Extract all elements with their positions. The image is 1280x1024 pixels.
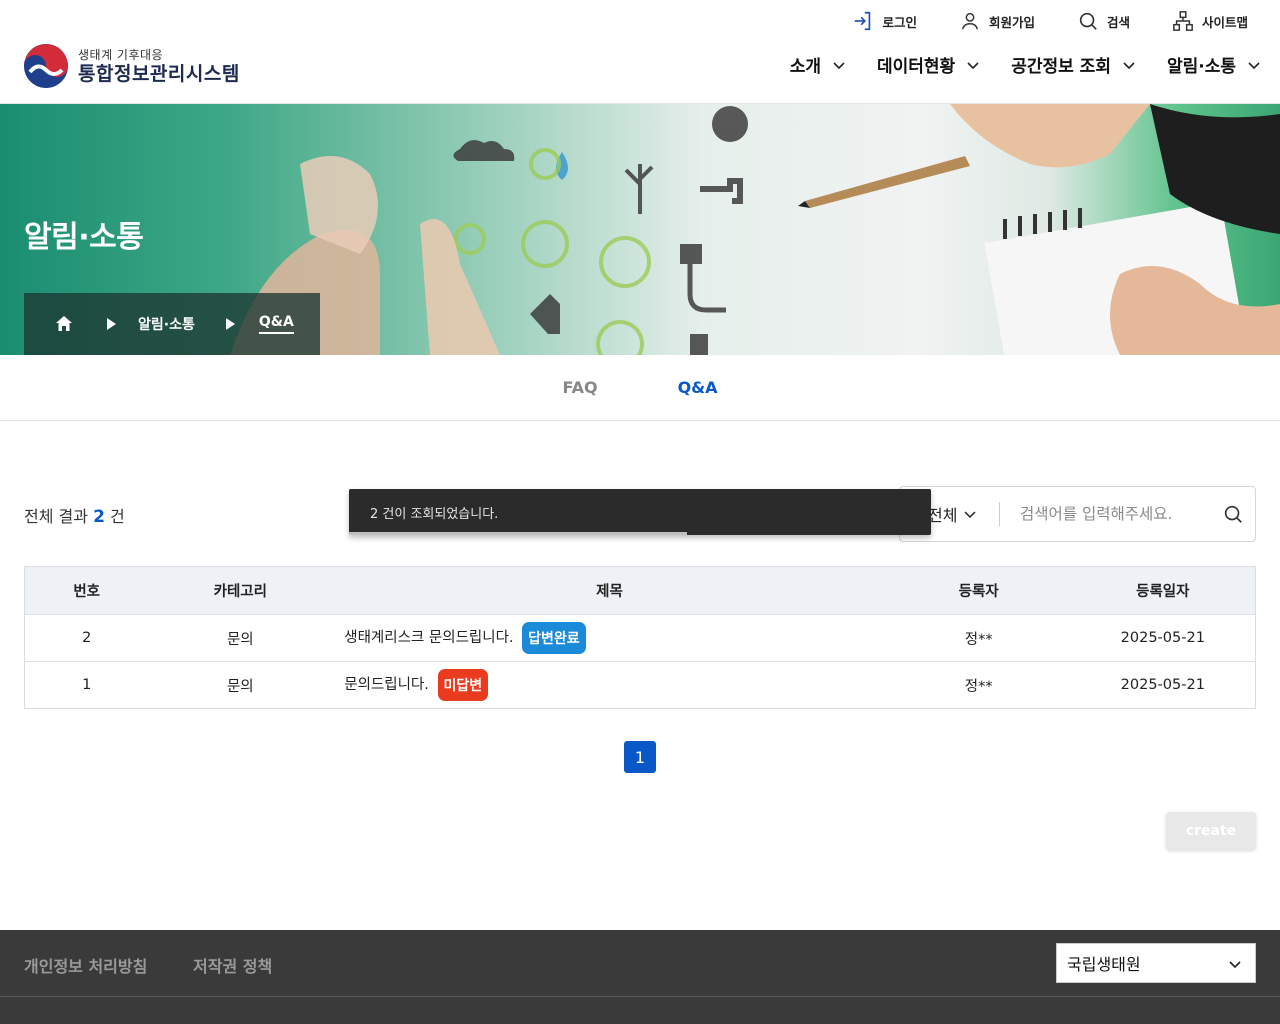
login-icon [855,11,871,31]
search-box: 전체 [899,486,1256,542]
toast-notification: 2 건이 조회되었습니다. [349,489,931,535]
row-category: 문의 [148,614,333,662]
column-header: 카테고리 [213,584,267,600]
row-title-cell[interactable]: 문의드립니다. 미답변 [332,661,887,709]
table-header-row: 번호 카테고리 제목 등록자 등록일자 [24,566,1256,615]
search-link[interactable]: 검색 [1077,10,1130,32]
nav-item-intro[interactable]: 소개 [790,52,847,77]
qna-table: 번호 카테고리 제목 등록자 등록일자 2 문의 생태계리스크 문의드립니다. … [24,566,1256,709]
signup-label: 회원가입 [988,14,1035,30]
row-date: 2025-05-21 [1070,661,1256,709]
site-logo[interactable]: 생태계 기후대응 통합정보관리시스템 [24,44,240,88]
column-header: 번호 [73,584,101,600]
row-number: 2 [24,614,149,662]
row-category: 문의 [148,661,333,709]
breadcrumb-current[interactable]: Q&A [258,314,294,334]
chevron-down-icon [1123,61,1135,69]
chevron-down-icon [964,511,976,519]
search-icon[interactable] [1222,503,1244,525]
copyright-policy-link[interactable]: 저작권 정책 [193,953,272,977]
row-title[interactable]: 문의드립니다. [344,677,429,693]
triangle-right-icon [225,318,235,330]
table-row[interactable]: 2 문의 생태계리스크 문의드립니다. 답변완료 정** 2025-05-21 [24,614,1256,662]
breadcrumb-item[interactable]: 알림·소통 [138,314,195,334]
result-prefix: 전체 결과 [24,507,88,526]
nav-item-notice[interactable]: 알림·소통 [1167,52,1262,77]
chevron-down-icon [1248,61,1260,69]
logo-subtitle: 생태계 기후대응 [78,47,164,62]
main-nav: 소개 데이터현황 공간정보 조회 알림·소통 [760,52,1262,77]
hero-banner: 알림·소통 알림·소통 Q&A [0,104,1280,355]
tab-faq[interactable]: FAQ [562,378,597,397]
column-header: 제목 [596,584,623,600]
page-button-current[interactable]: 1 [624,741,656,773]
related-site-value: 국립생태원 [1067,955,1141,974]
chevron-down-icon [833,61,845,69]
breadcrumb: 알림·소통 Q&A [24,293,320,355]
sitemap-link[interactable]: 사이트맵 [1172,10,1248,32]
row-writer: 정** [886,661,1071,709]
status-badge: 미답변 [437,669,489,701]
search-input[interactable] [1000,505,1210,523]
row-writer: 정** [886,614,1071,662]
toast-progress-bar [349,532,687,535]
chevron-down-icon [967,61,979,69]
result-count: 전체 결과 2 건 [24,503,125,527]
result-number: 2 [93,507,105,527]
search-category-value: 전체 [928,506,958,525]
sub-tabs: FAQ Q&A [0,355,1280,421]
logo-title: 통합정보관리시스템 [78,62,240,85]
search-icon [1079,12,1097,30]
signup-link[interactable]: 회원가입 [959,10,1035,32]
privacy-policy-link[interactable]: 개인정보 처리방침 [24,953,147,977]
sitemap-label: 사이트맵 [1201,14,1248,30]
login-link[interactable]: 로그인 [852,10,917,32]
column-header: 등록자 [958,584,999,600]
footer-divider [0,996,1280,997]
column-header: 등록일자 [1136,584,1190,600]
table-row[interactable]: 1 문의 문의드립니다. 미답변 정** 2025-05-21 [24,661,1256,709]
home-icon[interactable] [54,314,74,334]
nav-label: 데이터현황 [877,57,956,77]
toast-message: 2 건이 조회되었습니다. [370,507,499,522]
create-button[interactable]: create [1166,812,1256,850]
footer: 개인정보 처리방침 저작권 정책 국립생태원 [0,930,1280,1024]
sitemap-icon [1173,11,1193,31]
nav-label: 알림·소통 [1166,57,1236,77]
login-label: 로그인 [882,14,917,30]
tab-qna[interactable]: Q&A [678,378,718,397]
taegeuk-emblem-icon [24,44,68,88]
triangle-right-icon [107,318,116,330]
related-site-select[interactable]: 국립생태원 [1056,943,1256,983]
row-title[interactable]: 생태계리스크 문의드립니다. [344,630,513,646]
utility-bar: 로그인 회원가입 검색 사이트맵 [810,0,1280,42]
row-title-cell[interactable]: 생태계리스크 문의드립니다. 답변완료 [332,614,887,662]
nav-label: 공간정보 조회 [1011,57,1111,77]
search-label: 검색 [1106,14,1130,30]
chevron-down-icon [1229,961,1241,969]
row-date: 2025-05-21 [1070,614,1256,662]
nav-item-data-status[interactable]: 데이터현황 [877,52,981,77]
nav-item-spatial[interactable]: 공간정보 조회 [1011,52,1137,77]
row-number: 1 [24,661,149,709]
nav-label: 소개 [789,57,821,77]
status-badge: 답변완료 [522,622,586,654]
result-suffix: 건 [110,507,125,526]
user-icon [961,12,978,30]
page-title: 알림·소통 [24,220,144,255]
